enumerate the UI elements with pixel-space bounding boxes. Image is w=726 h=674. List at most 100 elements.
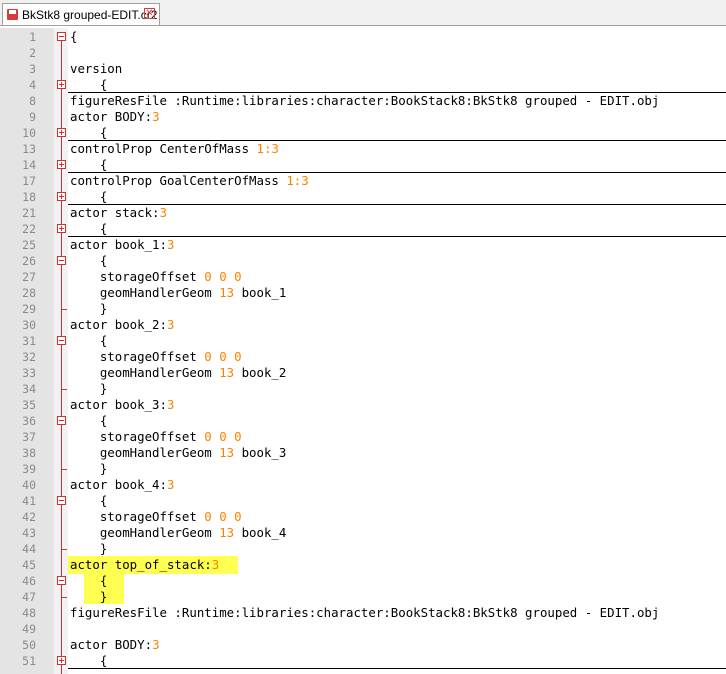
code-text: storageOffset 0 0 0 [70, 509, 242, 525]
code-line[interactable]: 18 { [0, 189, 726, 205]
code-token: actor book_3: [70, 397, 167, 412]
code-text: { [70, 189, 107, 205]
line-number: 27 [22, 270, 36, 284]
line-number: 44 [22, 542, 36, 556]
expand-fold-icon[interactable] [57, 656, 66, 665]
code-text: { [70, 221, 107, 237]
code-line[interactable]: 9 actor BODY:3 [0, 109, 726, 125]
code-line[interactable]: 2 [0, 45, 726, 61]
code-line[interactable]: 34 } [0, 381, 726, 397]
code-line[interactable]: 42 storageOffset 0 0 0 [0, 509, 726, 525]
number-literal: 3 [166, 477, 175, 492]
code-line[interactable]: 22 { [0, 221, 726, 237]
code-line[interactable]: 30 actor book_2:3 [0, 317, 726, 333]
code-line[interactable]: 14 { [0, 157, 726, 173]
line-number: 17 [22, 174, 36, 188]
collapse-fold-icon[interactable] [57, 256, 66, 265]
close-icon[interactable]: ✕ [144, 8, 155, 19]
code-text: figureResFile :Runtime:libraries:charact… [70, 605, 659, 621]
expand-fold-icon[interactable] [57, 128, 66, 137]
code-line[interactable]: 29 } [0, 301, 726, 317]
code-line[interactable]: 21 actor stack:3 [0, 205, 726, 221]
fold-end-marker [61, 589, 67, 598]
code-line[interactable]: 31 { [0, 333, 726, 349]
collapse-fold-icon[interactable] [57, 32, 66, 41]
code-line[interactable]: 46 { [0, 573, 726, 589]
code-line[interactable]: 45 actor top_of_stack:3 [0, 557, 726, 573]
line-number: 21 [22, 206, 36, 220]
code-line[interactable]: 49 [0, 621, 726, 637]
code-text: actor top_of_stack:3 [70, 557, 219, 573]
collapse-fold-icon[interactable] [57, 496, 66, 505]
code-line[interactable]: 35 actor book_3:3 [0, 397, 726, 413]
code-line[interactable]: 32 storageOffset 0 0 0 [0, 349, 726, 365]
collapse-fold-icon[interactable] [57, 336, 66, 345]
code-line[interactable]: 3 version [0, 61, 726, 77]
code-line[interactable]: 28 geomHandlerGeom 13 book_1 [0, 285, 726, 301]
line-number: 2 [29, 46, 36, 60]
line-number: 4 [29, 78, 36, 92]
expand-fold-icon[interactable] [57, 80, 66, 89]
code-token: { [70, 493, 108, 508]
code-text: figureResFile :Runtime:libraries:charact… [70, 93, 659, 109]
code-token: storageOffset [70, 429, 205, 444]
code-token: { [70, 77, 108, 92]
code-line[interactable]: 13 controlProp CenterOfMass 1:3 [0, 141, 726, 157]
number-literal: 0 0 0 [204, 429, 242, 444]
code-token: figureResFile :Runtime:libraries:charact… [70, 93, 660, 108]
code-line[interactable]: 25 actor book_1:3 [0, 237, 726, 253]
code-text: actor BODY:3 [70, 109, 160, 125]
file-tab[interactable]: BkStk8 grouped-EDIT.cr2 ✕ [2, 3, 160, 25]
code-line[interactable]: 10 { [0, 125, 726, 141]
code-text: } [70, 541, 107, 557]
line-number: 30 [22, 318, 36, 332]
code-text: storageOffset 0 0 0 [70, 429, 242, 445]
number-literal: 3 [159, 205, 167, 220]
line-number: 3 [29, 62, 36, 76]
number-literal: 1:3 [286, 173, 309, 188]
code-text: { [70, 493, 107, 509]
code-line[interactable]: 41 { [0, 493, 726, 509]
line-number: 45 [22, 558, 36, 572]
code-line[interactable]: 38 geomHandlerGeom 13 book_3 [0, 445, 726, 461]
expand-fold-icon[interactable] [57, 192, 66, 201]
code-token: geomHandlerGeom [70, 365, 220, 380]
fold-end-marker [61, 461, 67, 470]
code-line[interactable]: 33 geomHandlerGeom 13 book_2 [0, 365, 726, 381]
code-token: actor top_of_stack: [70, 557, 212, 572]
number-literal: 13 [219, 445, 235, 460]
tab-bar: BkStk8 grouped-EDIT.cr2 ✕ [0, 0, 726, 26]
code-line[interactable]: 43 geomHandlerGeom 13 book_4 [0, 525, 726, 541]
code-token: controlProp CenterOfMass [70, 141, 257, 156]
code-line[interactable]: 37 storageOffset 0 0 0 [0, 429, 726, 445]
number-literal: 13 [219, 285, 235, 300]
code-line[interactable]: 4 { [0, 77, 726, 93]
code-line[interactable]: 48 figureResFile :Runtime:libraries:chara… [0, 605, 726, 621]
code-text: { [70, 125, 107, 141]
code-token: book_1 [234, 285, 287, 300]
code-text: storageOffset 0 0 0 [70, 349, 242, 365]
line-number: 34 [22, 382, 36, 396]
code-text: { [70, 253, 107, 269]
code-line[interactable]: 47 } [0, 589, 726, 605]
code-line[interactable]: 8 figureResFile :Runtime:libraries:charac… [0, 93, 726, 109]
line-number: 32 [22, 350, 36, 364]
collapse-fold-icon[interactable] [57, 576, 66, 585]
code-editor[interactable]: 1{2 3 version 4 {8 figureResFile :Runtime:li… [0, 28, 726, 674]
code-line[interactable]: 44 } [0, 541, 726, 557]
code-line[interactable]: 36 { [0, 413, 726, 429]
code-line[interactable]: 40 actor book_4:3 [0, 477, 726, 493]
code-line[interactable]: 27 storageOffset 0 0 0 [0, 269, 726, 285]
line-number: 18 [22, 190, 36, 204]
code-text: { [70, 157, 107, 173]
fold-end-marker [61, 381, 67, 390]
code-line[interactable]: 50 actor BODY:3 [0, 637, 726, 653]
code-line[interactable]: 51 { [0, 653, 726, 669]
code-line[interactable]: 1{ [0, 29, 726, 45]
expand-fold-icon[interactable] [57, 160, 66, 169]
code-line[interactable]: 39 } [0, 461, 726, 477]
code-line[interactable]: 26 { [0, 253, 726, 269]
collapse-fold-icon[interactable] [57, 416, 66, 425]
expand-fold-icon[interactable] [57, 224, 66, 233]
code-line[interactable]: 17 controlProp GoalCenterOfMass 1:3 [0, 173, 726, 189]
